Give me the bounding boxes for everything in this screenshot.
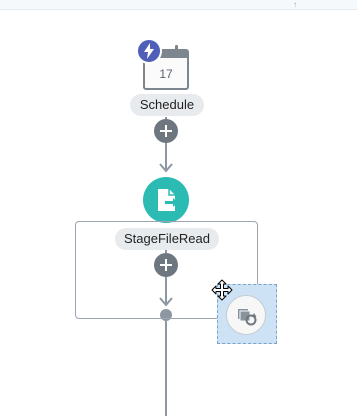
copy-refresh-icon [238, 309, 257, 326]
add-action-button[interactable] [154, 253, 178, 277]
schedule-label[interactable]: Schedule [130, 94, 204, 116]
move-cursor-icon [211, 279, 233, 301]
calendar-day-text: 17 [159, 67, 173, 81]
file-export-icon [158, 189, 178, 211]
stage-file-node[interactable] [143, 177, 189, 223]
stage-file-label[interactable]: StageFileRead [115, 228, 219, 250]
move-cursor [211, 279, 233, 301]
trigger-badge [136, 38, 162, 64]
lightning-bolt-icon [144, 43, 154, 59]
add-action-button[interactable] [154, 119, 178, 143]
